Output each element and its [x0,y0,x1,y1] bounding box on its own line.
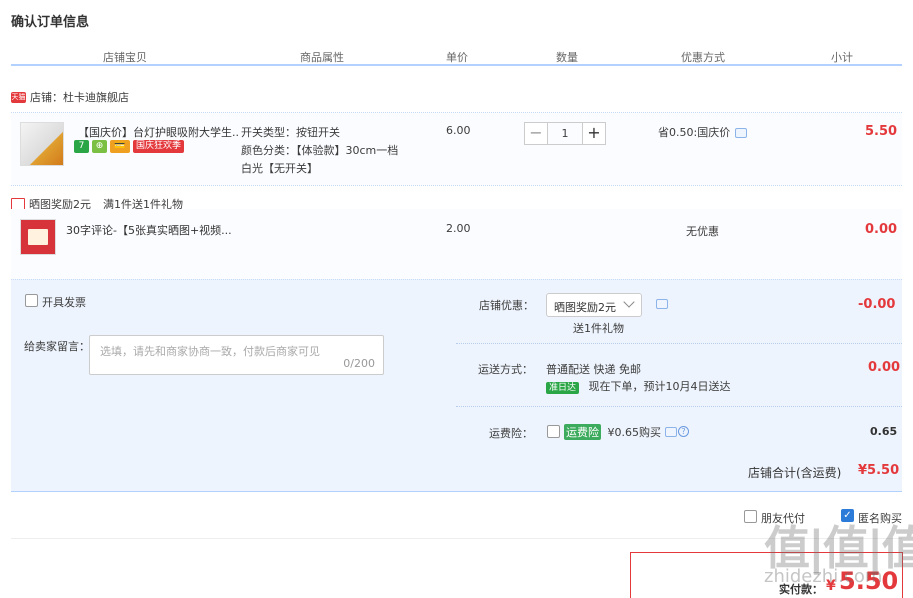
shop-discount-value: 晒图奖励2元 [554,301,616,314]
gift-subtotal: 0.00 [865,222,898,237]
invoice-checkbox[interactable] [25,294,38,307]
decrease-button[interactable]: − [524,122,548,145]
gift-title[interactable]: 30字评论-【5张真实晒图+视频... [66,222,236,238]
attr-switch-type: 开关类型：按钮开关 [241,126,340,139]
shipping-value: 普通配送 快递 免邮 [546,363,641,376]
gift-item-row [11,209,902,279]
gift-discount: 无优惠 [686,225,719,238]
insurance-row: 运费险 ¥0.65购买 [564,424,661,440]
seven-day-return-icon: 7 [74,140,89,153]
chevron-down-icon [623,296,635,308]
chat-icon[interactable] [656,299,668,309]
ontime-row: 准日达 现在下单，预计10月4日送达 [546,378,731,394]
invoice-label: 开具发票 [42,296,86,309]
attr-color: 颜色分类：【体验款】30cm一档 [241,144,399,157]
shop-discount-sub: 送1件礼物 [573,322,624,335]
insurance-text: ¥0.65购买 [607,426,662,439]
note-counter: 0/200 [343,357,375,370]
col-quantity: 数量 [556,51,578,64]
guarantee-icon: ⊕ [92,140,107,153]
increase-button[interactable]: + [582,122,606,145]
shop-discount-select[interactable]: 晒图奖励2元 [546,293,642,317]
note-label: 给卖家留言： [24,340,90,353]
quantity-stepper: − 1 + [524,122,606,145]
national-day-badge: 国庆狂欢季 [133,140,185,153]
divider [11,185,902,186]
col-unit-price: 单价 [446,51,468,64]
col-attributes: 商品属性 [300,51,344,64]
table-header: 店铺宝贝 商品属性 单价 数量 优惠方式 小计 [11,48,902,66]
friend-pay-checkbox[interactable] [744,510,757,523]
quantity-input[interactable]: 1 [548,122,582,145]
item-discount: 省0.50:国庆价 [658,126,731,139]
shop-total-amount: ¥5.50 [858,463,900,478]
product-badges: 7 ⊕ 💳 国庆狂欢季 [74,140,185,153]
ontime-text: 现在下单，预计10月4日送达 [588,380,731,393]
credit-card-icon: 💳 [110,140,130,153]
col-discount: 优惠方式 [681,51,725,64]
insurance-label: 运费险： [489,427,533,440]
shop-row: 天猫 店铺：杜卡迪旗舰店 [11,89,129,105]
attr-light: 白光【无开关】 [241,162,318,175]
product-thumbnail[interactable] [20,122,64,166]
seller-note-input[interactable]: 选填，请先和商家协商一致，付款后商家可见 0/200 [89,335,384,375]
shop-name[interactable]: 店铺：杜卡迪旗舰店 [30,89,129,105]
insurance-amount: 0.65 [870,425,898,438]
gift-unit-price: 2.00 [446,222,471,235]
shipping-amount: 0.00 [868,360,901,375]
shop-discount-amount: -0.00 [858,297,896,312]
item-subtotal: 5.50 [865,124,898,139]
chat-icon[interactable] [735,128,747,138]
ontime-badge: 准日达 [546,382,580,394]
product-title[interactable]: 【国庆价】台灯护眼吸附大学生... [78,124,238,140]
insurance-checkbox[interactable] [547,425,560,438]
help-icon[interactable]: ? [678,426,689,437]
insurance-badge: 运费险 [564,424,601,440]
shipping-label: 运送方式： [478,363,533,376]
tmall-badge-icon: 天猫 [11,91,26,103]
note-placeholder: 选填，请先和商家协商一致，付款后商家可见 [100,345,320,358]
col-shop-item: 店铺宝贝 [103,51,147,64]
col-subtotal: 小计 [831,51,853,64]
gift-thumbnail [20,219,56,255]
page-title: 确认订单信息 [11,15,90,30]
unit-price: 6.00 [446,124,471,137]
watermark-url: zhidezhi.com [764,566,883,587]
chat-icon[interactable] [665,427,677,437]
shop-total-label: 店铺合计(含运费) [748,466,842,480]
shop-discount-label: 店铺优惠： [479,299,534,312]
